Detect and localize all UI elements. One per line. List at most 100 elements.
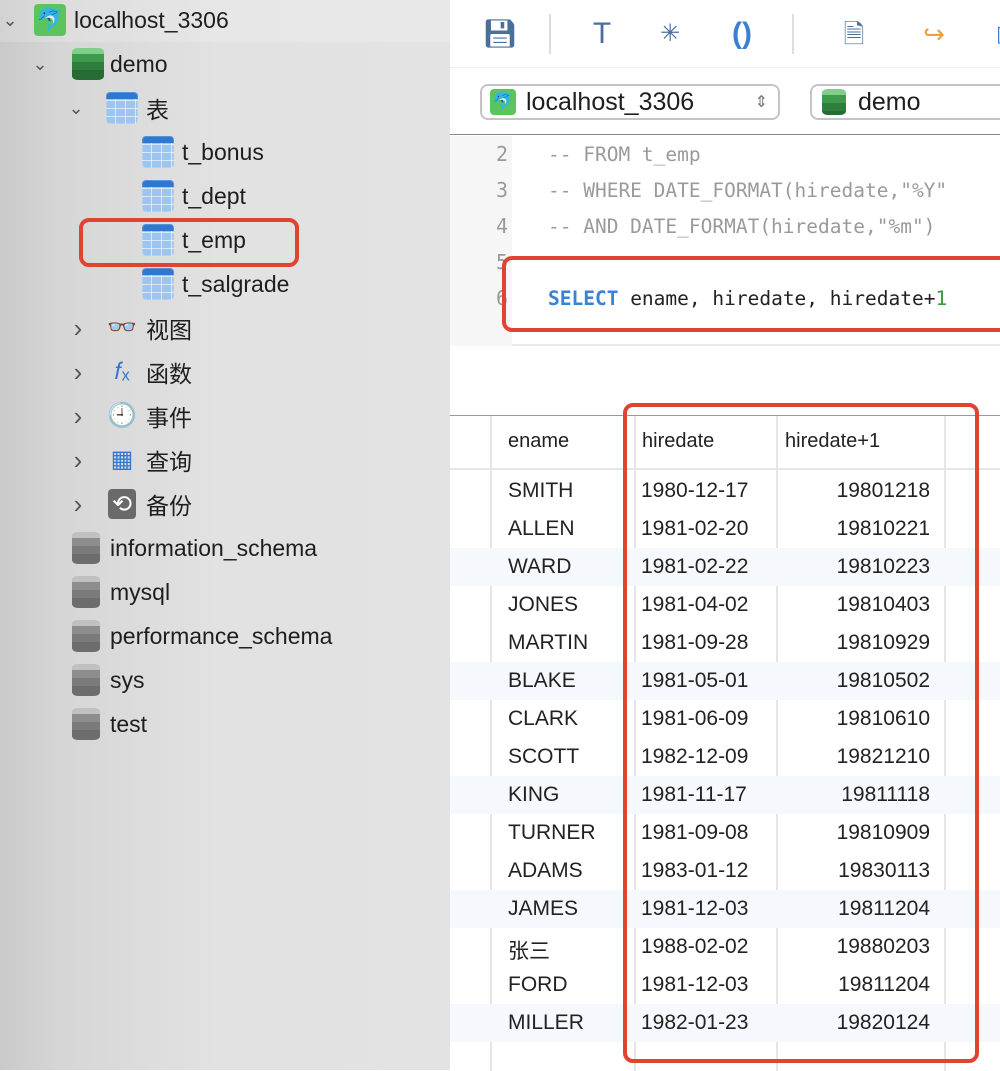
cell-hiredate-plus-1[interactable]: 19810909 [780, 821, 930, 845]
cell-hiredate-plus-1[interactable]: 19801218 [780, 479, 930, 503]
code-line: -- AND DATE_FORMAT(hiredate,"%m") [548, 215, 947, 238]
cell-hiredate-plus-1[interactable]: 19810610 [780, 707, 930, 731]
chevron-right-icon[interactable]: › [68, 401, 88, 432]
table-row[interactable]: JAMES 1981-12-03 19811204 [450, 890, 1000, 928]
cell-hiredate-plus-1[interactable]: 19810403 [780, 593, 930, 617]
table-row[interactable]: MILLER 1982-01-23 19820124 [450, 1004, 1000, 1042]
cell-hiredate[interactable]: 1983-01-12 [641, 859, 748, 883]
table-row[interactable]: ADAMS 1983-01-12 19830113 [450, 852, 1000, 890]
tree-tables-group[interactable]: ⌄ 表 [0, 86, 450, 130]
cell-ename[interactable]: MILLER [508, 1011, 584, 1035]
database-label: test [110, 710, 148, 737]
cell-hiredate[interactable]: 1981-05-01 [641, 669, 748, 693]
chevron-right-icon[interactable]: › [68, 445, 88, 476]
chevron-down-icon[interactable]: ⌄ [30, 54, 50, 75]
tree-table-t-emp[interactable]: t_emp [0, 218, 450, 262]
cell-hiredate[interactable]: 1980-12-17 [641, 479, 748, 503]
save-icon[interactable]: 💾︎ [482, 16, 518, 52]
table-row[interactable]: FORD 1981-12-03 19811204 [450, 966, 1000, 1004]
cell-ename[interactable]: JAMES [508, 897, 578, 921]
format-icon[interactable]: T [584, 16, 620, 52]
cell-hiredate-plus-1[interactable]: 19811118 [780, 783, 930, 807]
cell-hiredate-plus-1[interactable]: 19810502 [780, 669, 930, 693]
tree-database-information-schema[interactable]: information_schema [0, 526, 450, 570]
tree-table-t-salgrade[interactable]: t_salgrade [0, 262, 450, 306]
cell-hiredate-plus-1[interactable]: 19821210 [780, 745, 930, 769]
tree-group-2[interactable]: › 🕘 事件 [0, 394, 450, 438]
tree-group-3[interactable]: › ▦ 查询 [0, 438, 450, 482]
chevron-down-icon[interactable]: ⌄ [0, 10, 20, 31]
cell-hiredate-plus-1[interactable]: 19810929 [780, 631, 930, 655]
connection-select[interactable]: 🐬 localhost_3306 ⇕ [480, 84, 780, 120]
table-row[interactable]: WARD 1981-02-22 19810223 [450, 548, 1000, 586]
tree-database-performance-schema[interactable]: performance_schema [0, 614, 450, 658]
cell-hiredate[interactable]: 1981-02-20 [641, 517, 748, 541]
cell-ename[interactable]: SCOTT [508, 745, 579, 769]
chevron-down-icon[interactable]: ⌄ [66, 98, 86, 119]
cell-hiredate[interactable]: 1981-09-28 [641, 631, 748, 655]
cell-ename[interactable]: BLAKE [508, 669, 576, 693]
column-header-hiredate-plus-1[interactable]: hiredate+1 [785, 430, 880, 453]
tree-group-0[interactable]: › 👓 视图 [0, 306, 450, 350]
table-row[interactable]: CLARK 1981-06-09 19810610 [450, 700, 1000, 738]
cell-hiredate-plus-1[interactable]: 19811204 [780, 897, 930, 921]
chevron-right-icon[interactable]: › [68, 313, 88, 344]
tree-group-1[interactable]: › 𝑓ₓ 函数 [0, 350, 450, 394]
sql-editor[interactable]: 2 -- FROM t_emp 3 -- WHERE DATE_FORMAT(hire… [450, 136, 1000, 346]
table-row[interactable]: SMITH 1980-12-17 19801218 [450, 472, 1000, 510]
tree-database-mysql[interactable]: mysql [0, 570, 450, 614]
cell-hiredate-plus-1[interactable]: 19810223 [780, 555, 930, 579]
chevron-right-icon[interactable]: › [68, 357, 88, 388]
tree-table-t-dept[interactable]: t_dept [0, 174, 450, 218]
cell-hiredate[interactable]: 1981-04-02 [641, 593, 748, 617]
cell-hiredate[interactable]: 1981-02-22 [641, 555, 748, 579]
table-row[interactable]: TURNER 1981-09-08 19810909 [450, 814, 1000, 852]
cell-ename[interactable]: FORD [508, 973, 568, 997]
cell-hiredate[interactable]: 1981-06-09 [641, 707, 748, 731]
table-row[interactable]: KING 1981-11-17 19811118 [450, 776, 1000, 814]
tree-connection[interactable]: ⌄ 🐬 localhost_3306 [0, 0, 450, 42]
tree-group-4[interactable]: › ⟲ 备份 [0, 482, 450, 526]
tree-database-sys[interactable]: sys [0, 658, 450, 702]
cell-hiredate[interactable]: 1988-02-02 [641, 935, 748, 959]
column-header-ename[interactable]: ename [508, 430, 569, 453]
cell-hiredate[interactable]: 1981-09-08 [641, 821, 748, 845]
table-row[interactable]: SCOTT 1982-12-09 19821210 [450, 738, 1000, 776]
parentheses-icon[interactable]: () [724, 16, 760, 52]
table-row[interactable]: 张三 1988-02-02 19880203 [450, 928, 1000, 966]
cell-hiredate[interactable]: 1982-01-23 [641, 1011, 748, 1035]
document-icon[interactable]: 🗎 [836, 16, 872, 52]
cell-hiredate-plus-1[interactable]: 19811204 [780, 973, 930, 997]
tree-table-t-bonus[interactable]: t_bonus [0, 130, 450, 174]
table-row[interactable]: MARTIN 1981-09-28 19810929 [450, 624, 1000, 662]
cell-hiredate-plus-1[interactable]: 19820124 [780, 1011, 930, 1035]
database-select[interactable]: demo [810, 84, 1000, 120]
cell-hiredate[interactable]: 1982-12-09 [641, 745, 748, 769]
beautify-icon[interactable]: ✳ [652, 16, 688, 52]
chevron-right-icon[interactable]: › [68, 489, 88, 520]
cell-hiredate-plus-1[interactable]: 19810221 [780, 517, 930, 541]
more-icon[interactable]: ▯ [984, 16, 1000, 52]
table-row[interactable]: ALLEN 1981-02-20 19810221 [450, 510, 1000, 548]
cell-hiredate-plus-1[interactable]: 19880203 [780, 935, 930, 959]
export-icon[interactable]: ↪ [916, 16, 952, 52]
cell-ename[interactable]: CLARK [508, 707, 578, 731]
cell-ename[interactable]: WARD [508, 555, 571, 579]
cell-ename[interactable]: JONES [508, 593, 578, 617]
cell-ename[interactable]: TURNER [508, 821, 596, 845]
cell-hiredate[interactable]: 1981-12-03 [641, 897, 748, 921]
tree-database-demo[interactable]: ⌄ demo [0, 42, 450, 86]
cell-ename[interactable]: KING [508, 783, 559, 807]
cell-hiredate[interactable]: 1981-11-17 [641, 783, 747, 807]
cell-ename[interactable]: ALLEN [508, 517, 575, 541]
cell-ename[interactable]: SMITH [508, 479, 573, 503]
cell-ename[interactable]: 张三 [508, 935, 550, 965]
column-header-hiredate[interactable]: hiredate [642, 430, 714, 453]
cell-ename[interactable]: ADAMS [508, 859, 583, 883]
tree-database-test[interactable]: test [0, 702, 450, 746]
cell-ename[interactable]: MARTIN [508, 631, 588, 655]
table-row[interactable]: JONES 1981-04-02 19810403 [450, 586, 1000, 624]
cell-hiredate[interactable]: 1981-12-03 [641, 973, 748, 997]
table-row[interactable]: BLAKE 1981-05-01 19810502 [450, 662, 1000, 700]
cell-hiredate-plus-1[interactable]: 19830113 [780, 859, 930, 883]
